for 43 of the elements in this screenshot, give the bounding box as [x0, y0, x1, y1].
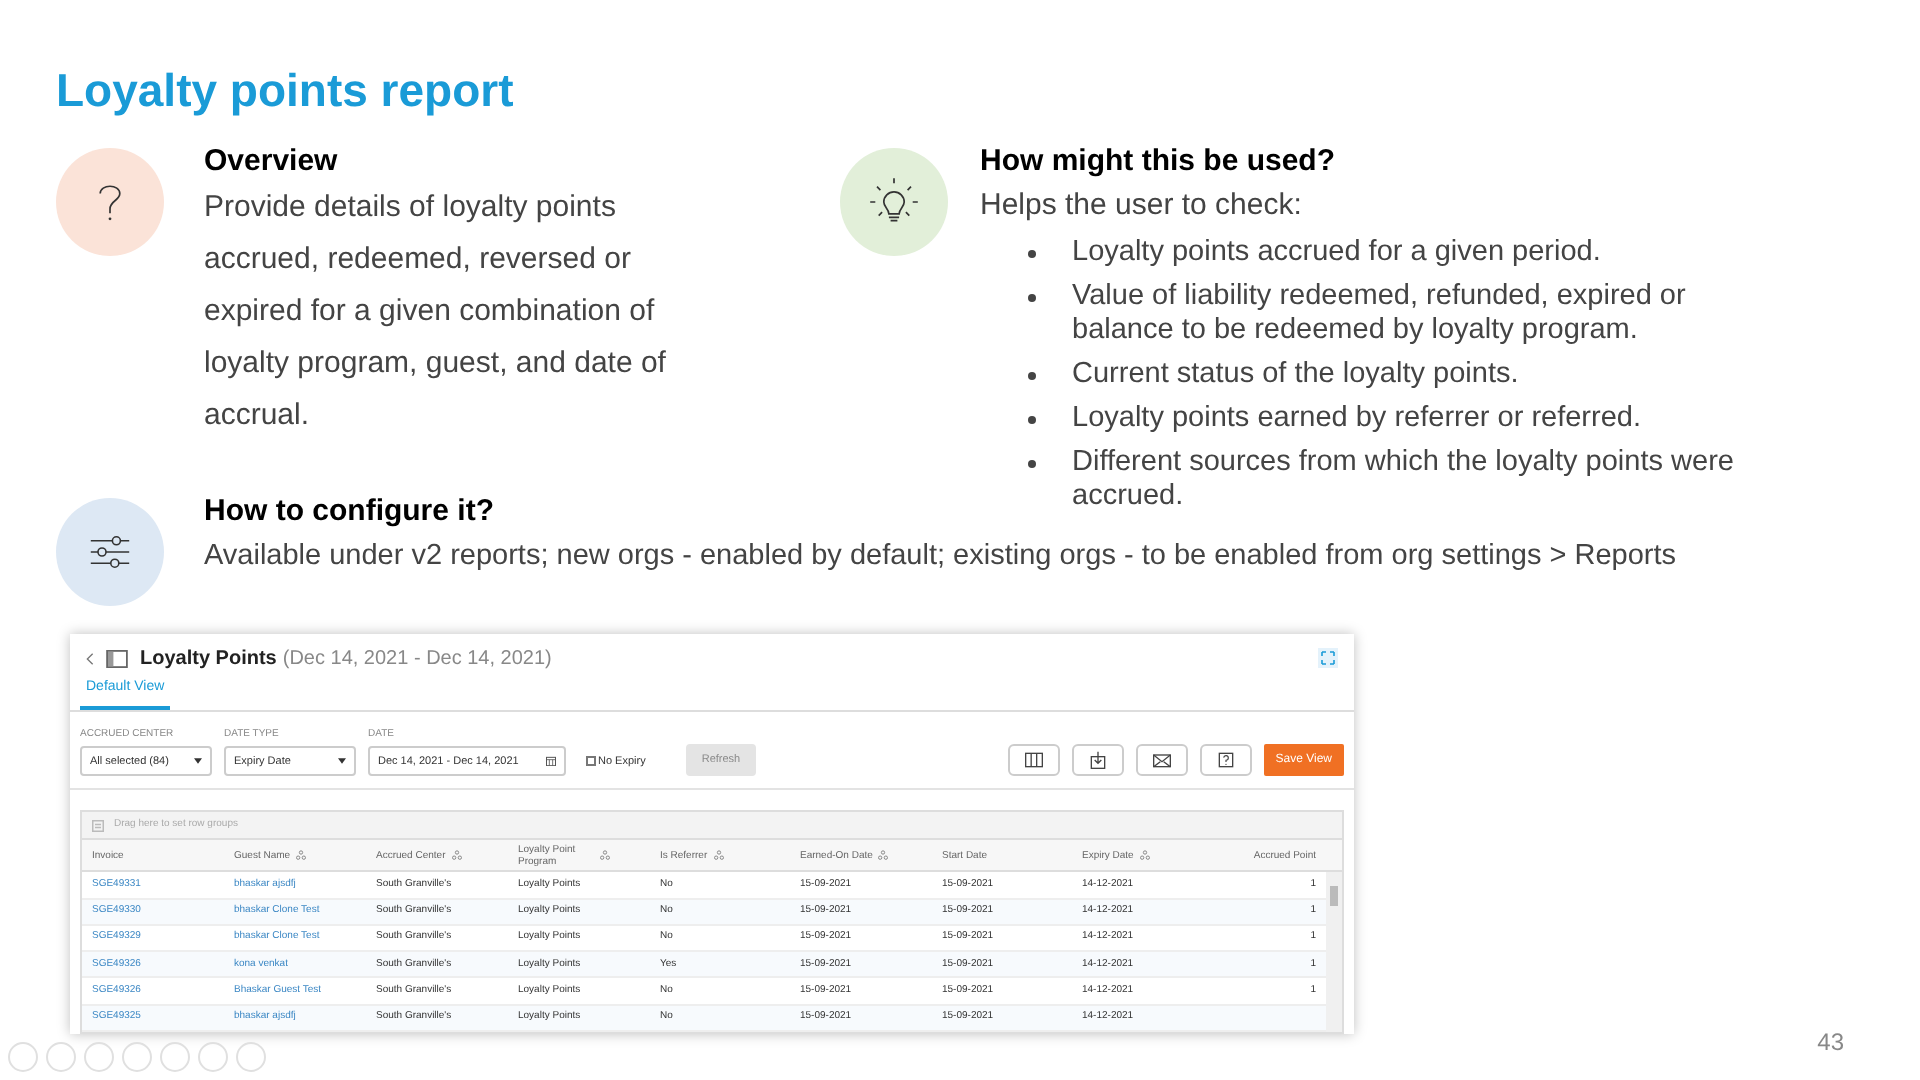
- slide-title: Loyalty points report: [56, 62, 514, 120]
- page-number: 43: [1817, 1026, 1844, 1060]
- back-icon: [86, 651, 94, 666]
- columns-icon: [1023, 750, 1044, 771]
- bullet-icon: [1028, 460, 1036, 468]
- mail-button[interactable]: [1135, 744, 1188, 777]
- bullet-text: Loyalty points accrued for a given period.: [1072, 236, 1603, 270]
- lightbulb-icon: [840, 148, 948, 256]
- group-icon: [600, 850, 610, 861]
- bullet-icon: [1028, 294, 1036, 302]
- group-icon: [1139, 850, 1150, 861]
- row-group-icon: [92, 819, 104, 832]
- calendar-icon: [546, 756, 556, 767]
- sidebar-toggle-icon: [106, 649, 128, 668]
- configure-text: Available under v2 reports; new orgs - enabled by default; existing orgs - to be enabled from org settings > Reports: [204, 538, 1677, 576]
- bullet-text: Value of liability redeemed, refunded, expired or balance to be redeemed by loyalty program.: [1072, 280, 1688, 348]
- caret-icon: [194, 758, 202, 765]
- bullet-text: Different sources from which the loyalty points were accrued.: [1072, 446, 1736, 514]
- mail-icon: [1151, 750, 1172, 771]
- report-title: Loyalty Points: [140, 645, 277, 674]
- overview-text: Provide details of loyalty points accrued, redeemed, reversed or expired for a given combination of loyalty program, guest, and date of accrual.: [204, 188, 668, 436]
- columns-button[interactable]: [1007, 744, 1060, 777]
- help-icon: [1215, 750, 1236, 771]
- scrollbar[interactable]: [1326, 872, 1342, 1032]
- section-heading: How might this be used?: [980, 144, 1338, 180]
- download-button[interactable]: [1071, 744, 1124, 777]
- usage-intro: Helps the user to check:: [980, 186, 1304, 226]
- bullet-text: Current status of the loyalty points.: [1072, 358, 1521, 392]
- bullet-icon: [1028, 416, 1036, 424]
- bullet-icon: [1028, 250, 1036, 258]
- download-icon: [1087, 750, 1108, 771]
- group-icon: [878, 850, 889, 861]
- expand-icon: [1318, 648, 1338, 669]
- date-range: (Dec 14, 2021 - Dec 14, 2021): [282, 645, 552, 674]
- bullet-text: Loyalty points earned by referrer or referred.: [1072, 402, 1643, 436]
- help-button[interactable]: [1199, 744, 1252, 777]
- group-icon: [451, 850, 462, 861]
- caret-icon: [338, 758, 346, 765]
- bullet-icon: [1028, 372, 1036, 380]
- group-icon: [296, 850, 307, 861]
- checkbox[interactable]: [586, 756, 596, 767]
- section-heading: Overview: [204, 144, 340, 180]
- group-icon: [713, 850, 724, 861]
